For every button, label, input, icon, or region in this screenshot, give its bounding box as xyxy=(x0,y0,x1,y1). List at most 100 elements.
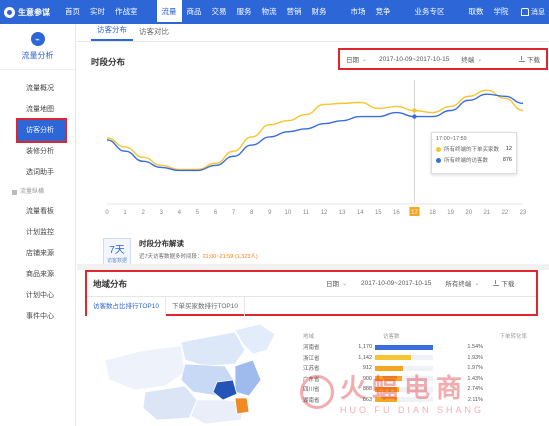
x-tick-label: 0 xyxy=(105,210,109,216)
nav-item-business-zone[interactable]: 业务专区 xyxy=(410,0,450,24)
visitor-bar-fill xyxy=(375,376,402,382)
date-range[interactable]: 2017-10-09~2017-10-15 xyxy=(373,56,455,63)
region-name: 浙江省 xyxy=(303,355,320,362)
sidebar-item-traffic-board[interactable]: 流量看板 xyxy=(0,201,75,222)
tooltip-label: 所有终端的访客数 xyxy=(444,158,489,164)
table-row: 广东省 900 1.43% xyxy=(303,374,549,385)
visitor-bar-fill xyxy=(375,355,411,361)
interpretation-line: 近7天访客数据多时间段：21:00~21:59 (1,323人) xyxy=(139,252,381,260)
nav-item-war-room[interactable]: 作战室 xyxy=(110,0,143,24)
x-tick-label: 14 xyxy=(357,210,364,216)
x-tick-label: 18 xyxy=(429,210,436,216)
sidebar-group-label: 流量纵横 xyxy=(20,189,45,195)
table-row: 浙江省 1,142 1.93% xyxy=(303,353,549,364)
tooltip-time: 17:00~17:59 xyxy=(436,136,467,142)
tooltip-row: 所有终端的访客数 876 xyxy=(436,156,512,164)
sidebar-item-plan-center[interactable]: 计划中心 xyxy=(0,285,75,306)
x-tick-label: 16 xyxy=(393,210,400,216)
visitor-bar xyxy=(375,344,433,350)
visitor-bar xyxy=(375,397,433,403)
x-tick-label: 20 xyxy=(465,210,472,216)
time-filter-bar: 日期 ⌄ 2017-10-09~2017-10-15 终端 ⌄ 下载 xyxy=(338,48,548,70)
series-dot-icon xyxy=(436,157,441,163)
sidebar-item-keyword-helper[interactable]: 选词助手 xyxy=(0,162,75,183)
chevron-down-icon: ⌄ xyxy=(362,56,368,63)
tab-buyer-count-top10[interactable]: 下单买家数排行TOP10 xyxy=(166,297,245,316)
nav-item-logistics[interactable]: 物流 xyxy=(257,0,282,24)
download-label: 下载 xyxy=(527,57,540,64)
x-tick-label: 22 xyxy=(502,210,509,216)
message-button[interactable]: 消息 xyxy=(521,7,549,17)
sidebar-item-shop-source[interactable]: 店铺来源 xyxy=(0,243,75,264)
chevron-down-icon: ⌄ xyxy=(342,280,348,287)
x-tick-label: 17 xyxy=(411,210,418,216)
region-name: 广东省 xyxy=(303,376,320,383)
column-header-visitors: 访客数 xyxy=(383,334,400,340)
nav-item-finance[interactable]: 财务 xyxy=(307,0,332,24)
time-distribution-card: 时段分布 日期 ⌄ 2017-10-09~2017-10-15 终端 ⌄ 下载 … xyxy=(81,46,549,271)
region-download-label: 下载 xyxy=(501,281,515,288)
nav-item-competition[interactable]: 竞争 xyxy=(371,0,396,24)
region-name: 江苏省 xyxy=(303,366,320,373)
sidebar-item-traffic-overview[interactable]: 流量概况 xyxy=(0,78,75,99)
visitor-bar xyxy=(375,386,433,392)
series-dot-icon xyxy=(436,146,441,152)
x-tick-label: 10 xyxy=(285,210,292,216)
region-table: 地域 访客数 下单转化率 河南省 1,170 1.54% 浙江省 1,142 1.93% 江… xyxy=(303,330,549,405)
tab-visitor-comparison[interactable]: 访客对比 xyxy=(133,26,175,41)
x-tick-label: 2 xyxy=(142,210,146,216)
nav-item-realtime[interactable]: 实时 xyxy=(85,0,110,24)
sidebar-item-plan-monitor[interactable]: 计划监控 xyxy=(0,222,75,243)
table-body: 河南省 1,170 1.54% 浙江省 1,142 1.93% 江苏省 912 1.97% 广东省… xyxy=(303,342,549,405)
region-terminal-selector[interactable]: 所有终端 ⌄ xyxy=(438,278,486,289)
tooltip-value: 12 xyxy=(505,146,512,152)
interpretation-heading: 时段分布解读 xyxy=(139,239,184,248)
conversion-rate: 1.43% xyxy=(467,375,483,382)
nav-item-traffic[interactable]: 流量 xyxy=(156,0,182,24)
table-header: 地域 访客数 下单转化率 xyxy=(303,330,549,342)
peak-time-highlight: 21:00~21:59 (1,323人) xyxy=(202,254,258,260)
sidebar-item-traffic-map[interactable]: 流量地图 xyxy=(0,99,75,120)
conversion-rate: 1.93% xyxy=(467,354,483,361)
visitor-bar-fill xyxy=(375,386,400,392)
terminal-selector[interactable]: 终端 ⌄ xyxy=(455,54,488,65)
map-region-henan xyxy=(212,379,238,401)
region-date-range[interactable]: 2017-10-09~2017-10-15 xyxy=(354,278,438,288)
visitor-bar xyxy=(375,376,433,382)
visitor-count: 912 xyxy=(362,365,372,372)
tooltip-value: 876 xyxy=(502,157,512,163)
nav-item-academy[interactable]: 学院 xyxy=(489,0,514,24)
region-date-selector[interactable]: 日期 ⌄ xyxy=(319,278,354,289)
region-download-button[interactable]: 下载 xyxy=(486,278,521,288)
series-point-0 xyxy=(412,108,417,113)
nav-item-product[interactable]: 商品 xyxy=(182,0,207,24)
sidebar-item-decoration-analysis[interactable]: 装修分析 xyxy=(0,141,75,162)
x-tick-label: 21 xyxy=(483,210,490,216)
nav-item-fetch-data[interactable]: 取数 xyxy=(464,0,489,24)
sidebar-item-event-center[interactable]: 事件中心 xyxy=(0,306,75,327)
download-button[interactable]: 下载 xyxy=(519,54,546,64)
region-name: 湖南省 xyxy=(303,397,320,404)
chart-tooltip: 17:00~17:59 所有终端的下单买家数 12 所有终端的访客数 876 xyxy=(431,132,517,174)
nav-item-market[interactable]: 市场 xyxy=(346,0,371,24)
brand[interactable]: 生意参谋 xyxy=(0,6,60,18)
sidebar-item-product-source[interactable]: 商品来源 xyxy=(0,264,75,285)
days-badge: 7天 访客数据 xyxy=(103,238,131,266)
region-date-label: 日期 xyxy=(326,281,339,288)
tab-visitor-share-top10[interactable]: 访客数占比排行TOP10 xyxy=(87,297,166,316)
x-tick-label: 3 xyxy=(160,210,164,216)
date-selector[interactable]: 日期 ⌄ xyxy=(340,54,373,65)
chevron-down-icon: ⌄ xyxy=(477,56,483,63)
sidebar-item-visitor-analysis[interactable]: 访客分析 xyxy=(16,118,67,143)
nav-item-marketing[interactable]: 营销 xyxy=(282,0,307,24)
brand-logo-icon xyxy=(4,6,15,18)
download-icon xyxy=(519,56,525,62)
visitor-count: 863 xyxy=(362,396,372,403)
conversion-rate: 2.74% xyxy=(467,386,483,393)
nav-item-home[interactable]: 首页 xyxy=(60,0,85,24)
nav-item-trade[interactable]: 交易 xyxy=(207,0,232,24)
column-header-region: 地域 xyxy=(303,334,315,340)
conversion-rate: 2.11% xyxy=(467,396,483,403)
tab-visitor-distribution[interactable]: 访客分布 xyxy=(91,24,133,41)
nav-item-service[interactable]: 服务 xyxy=(232,0,257,24)
